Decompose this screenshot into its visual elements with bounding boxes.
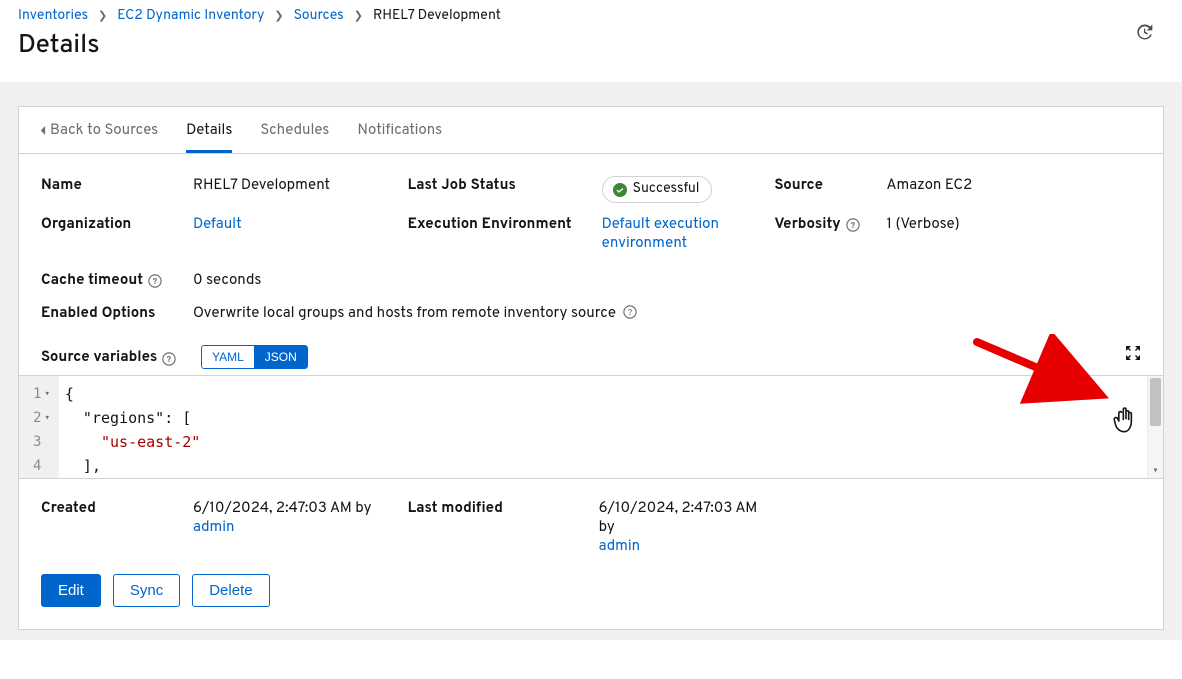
- scrollbar[interactable]: ▾: [1147, 376, 1163, 478]
- field-verbosity: Verbosity ? 1 (Verbose): [774, 215, 1141, 253]
- code-body[interactable]: { "regions": [ "us-east-2" ],: [59, 376, 1147, 478]
- field-source-variables: Source variables ? YAML JSON: [41, 345, 1141, 369]
- organization-label: Organization: [41, 215, 193, 253]
- enabled-options-label: Enabled Options: [41, 304, 193, 323]
- sync-button[interactable]: Sync: [113, 574, 180, 607]
- field-last-job-status: Last Job Status Successful: [408, 176, 775, 203]
- edit-button[interactable]: Edit: [41, 574, 101, 607]
- toggle-json-button[interactable]: JSON: [255, 345, 308, 369]
- delete-button[interactable]: Delete: [192, 574, 269, 607]
- expand-icon[interactable]: [1125, 348, 1141, 367]
- help-icon[interactable]: ?: [162, 352, 176, 366]
- chevron-right-icon: ❯: [274, 9, 283, 24]
- field-enabled-options: Enabled Options Overwrite local groups a…: [41, 304, 1141, 323]
- created-user-link[interactable]: admin: [193, 518, 235, 537]
- tab-schedules[interactable]: Schedules: [260, 107, 329, 153]
- breadcrumb-link-inventory[interactable]: EC2 Dynamic Inventory: [117, 8, 264, 25]
- action-buttons: Edit Sync Delete: [41, 574, 1141, 607]
- toggle-yaml-button[interactable]: YAML: [201, 345, 255, 369]
- svg-text:?: ?: [153, 277, 158, 288]
- field-created: Created 6/10/2024, 2:47:03 AM by admin: [41, 499, 408, 556]
- chevron-right-icon: ❯: [98, 9, 107, 24]
- help-icon[interactable]: ?: [846, 218, 860, 232]
- code-editor[interactable]: 1▾ 2▾ 3▾ 4▾ { "regions": [ "us-east-2" ]…: [19, 375, 1163, 479]
- breadcrumb-current: RHEL7 Development: [373, 8, 501, 25]
- breadcrumb: Inventories ❯ EC2 Dynamic Inventory ❯ So…: [18, 8, 1164, 25]
- history-icon[interactable]: [1134, 22, 1154, 42]
- cache-timeout-value: 0 seconds: [193, 271, 1141, 290]
- cache-timeout-label: Cache timeout: [41, 271, 143, 290]
- field-execution-environment: Execution Environment Default execution …: [408, 215, 775, 253]
- enabled-options-value: Overwrite local groups and hosts from re…: [193, 304, 1141, 323]
- help-icon[interactable]: ?: [623, 305, 637, 319]
- organization-link[interactable]: Default: [193, 215, 242, 234]
- tabs: Back to Sources Details Schedules Notifi…: [19, 107, 1163, 154]
- field-last-modified: Last modified 6/10/2024, 2:47:03 AM by a…: [408, 499, 775, 556]
- svg-text:?: ?: [850, 221, 855, 232]
- chevron-right-icon: ❯: [354, 9, 363, 24]
- details-card: Back to Sources Details Schedules Notifi…: [18, 106, 1164, 630]
- svg-text:?: ?: [628, 308, 633, 319]
- page-title: Details: [18, 29, 1164, 62]
- verbosity-label: Verbosity ?: [774, 215, 886, 253]
- svg-text:?: ?: [167, 355, 172, 366]
- tab-notifications[interactable]: Notifications: [357, 107, 442, 153]
- created-label: Created: [41, 499, 193, 556]
- modified-user-link[interactable]: admin: [599, 537, 641, 556]
- scroll-down-icon[interactable]: ▾: [1148, 465, 1163, 476]
- source-value: Amazon EC2: [886, 176, 1141, 203]
- verbosity-value: 1 (Verbose): [886, 215, 1141, 253]
- line-gutter: 1▾ 2▾ 3▾ 4▾: [19, 376, 59, 478]
- last-job-status-label: Last Job Status: [408, 176, 602, 203]
- fold-icon[interactable]: ▾: [44, 382, 49, 406]
- exec-env-label: Execution Environment: [408, 215, 602, 253]
- back-to-sources-link[interactable]: Back to Sources: [39, 107, 158, 153]
- field-cache-timeout: Cache timeout ? 0 seconds: [41, 271, 1141, 290]
- field-name: Name RHEL7 Development: [41, 176, 408, 203]
- exec-env-link[interactable]: Default execution environment: [602, 215, 719, 253]
- source-label: Source: [774, 176, 886, 203]
- scroll-thumb[interactable]: [1150, 378, 1161, 426]
- fold-icon[interactable]: ▾: [44, 406, 49, 430]
- name-value: RHEL7 Development: [193, 176, 408, 203]
- help-icon[interactable]: ?: [148, 274, 162, 288]
- field-source: Source Amazon EC2: [774, 176, 1141, 203]
- last-modified-label: Last modified: [408, 499, 599, 556]
- created-time: 6/10/2024, 2:47:03 AM by: [193, 499, 372, 518]
- check-circle-icon: [613, 183, 627, 197]
- name-label: Name: [41, 176, 193, 203]
- source-variables-label: Source variables: [41, 348, 157, 367]
- breadcrumb-link-sources[interactable]: Sources: [294, 8, 344, 25]
- caret-left-icon: [39, 125, 46, 136]
- status-badge[interactable]: Successful: [602, 176, 713, 203]
- breadcrumb-link-inventories[interactable]: Inventories: [18, 8, 88, 25]
- tab-details[interactable]: Details: [186, 107, 232, 153]
- modified-time: 6/10/2024, 2:47:03 AM by: [599, 499, 758, 537]
- format-toggle: YAML JSON: [201, 345, 308, 369]
- field-organization: Organization Default: [41, 215, 408, 253]
